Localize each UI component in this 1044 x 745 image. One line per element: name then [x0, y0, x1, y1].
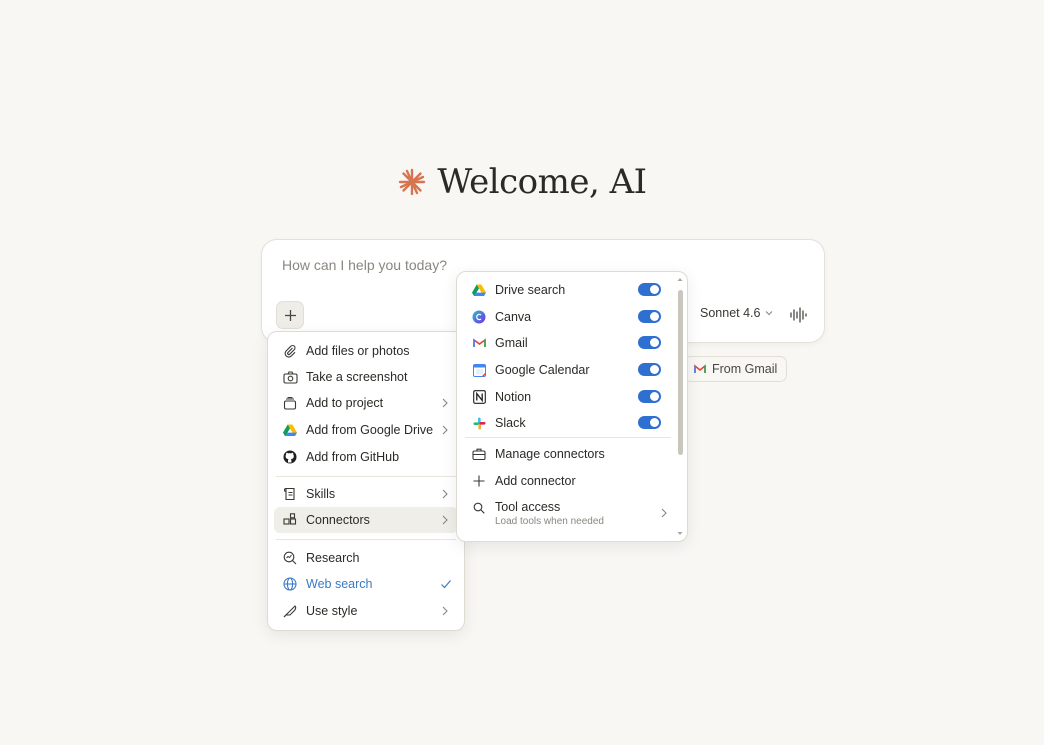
- menu-item-label: Web search: [306, 577, 373, 591]
- menu-item-label: Add from Google Drive: [306, 423, 434, 437]
- tool-access-item[interactable]: Tool access Load tools when needed: [463, 495, 667, 529]
- menu-item-label: Use style: [306, 604, 358, 618]
- menu-item-label: Research: [306, 551, 360, 565]
- menu-item-add-from-github[interactable]: Add from GitHub: [274, 444, 458, 470]
- menu-divider: [276, 476, 456, 477]
- connector-toggle[interactable]: [638, 310, 661, 323]
- checkmark-icon: [440, 578, 452, 590]
- scrollbar-thumb[interactable]: [678, 290, 683, 455]
- connector-label: Google Calendar: [495, 363, 590, 377]
- gmail-icon: [694, 364, 706, 374]
- menu-item-take-screenshot[interactable]: Take a screenshot: [274, 364, 458, 390]
- sparkle-icon: [397, 167, 427, 197]
- connector-item-google-calendar[interactable]: Google Calendar: [463, 357, 661, 383]
- menu-item-label: Take a screenshot: [306, 370, 408, 384]
- connector-label: Drive search: [495, 283, 566, 297]
- from-gmail-chip[interactable]: From Gmail: [684, 356, 788, 382]
- camera-icon: [282, 369, 298, 385]
- connector-toggle[interactable]: [638, 390, 661, 403]
- research-icon: [282, 550, 298, 566]
- chevron-right-icon: [440, 488, 450, 500]
- github-icon: [282, 449, 298, 465]
- chevron-right-icon: [659, 507, 669, 519]
- connector-item-gmail[interactable]: Gmail: [463, 330, 661, 356]
- chevron-right-icon: [440, 397, 450, 409]
- chevron-down-icon: [765, 310, 773, 316]
- globe-icon: [282, 576, 298, 592]
- menu-item-add-files[interactable]: Add files or photos: [274, 338, 458, 364]
- connector-label: Slack: [495, 416, 526, 430]
- menu-item-research[interactable]: Research: [274, 545, 458, 571]
- search-icon: [471, 500, 487, 516]
- gmail-icon: [471, 335, 487, 351]
- menu-item-label: Skills: [306, 487, 336, 501]
- connectors-submenu: Drive search Canva Gmail Google Calendar…: [456, 271, 688, 542]
- model-name: Sonnet 4.6: [700, 306, 761, 320]
- connector-item-slack[interactable]: Slack: [463, 410, 661, 436]
- menu-divider: [276, 539, 456, 540]
- menu-item-connectors[interactable]: Connectors: [274, 507, 458, 533]
- menu-item-skills[interactable]: Skills: [274, 481, 458, 507]
- connector-toggle[interactable]: [638, 416, 661, 429]
- connector-toggle[interactable]: [638, 336, 661, 349]
- google-calendar-icon: [471, 362, 487, 378]
- menu-item-label: Add files or photos: [306, 344, 410, 358]
- menu-item-use-style[interactable]: Use style: [274, 598, 458, 624]
- connector-label: Notion: [495, 390, 532, 404]
- canva-icon: [471, 309, 487, 325]
- plus-icon: [284, 309, 297, 322]
- connector-toggle[interactable]: [638, 363, 661, 376]
- menu-item-add-from-google-drive[interactable]: Add from Google Drive: [274, 417, 458, 443]
- add-connector-label: Add connector: [495, 474, 576, 488]
- chevron-right-icon: [440, 424, 450, 436]
- model-selector[interactable]: Sonnet 4.6: [700, 306, 773, 320]
- connector-label: Canva: [495, 310, 532, 324]
- voice-waveform-icon[interactable]: [789, 307, 807, 323]
- google-drive-icon: [282, 422, 298, 438]
- connectors-icon: [282, 512, 298, 528]
- pen-nib-icon: [282, 603, 298, 619]
- skills-icon: [282, 486, 298, 502]
- slack-icon: [471, 415, 487, 431]
- tool-access-sublabel: Load tools when needed: [495, 516, 604, 527]
- chevron-right-icon: [440, 514, 450, 526]
- connector-item-drive-search[interactable]: Drive search: [463, 277, 661, 303]
- manage-connectors-label: Manage connectors: [495, 447, 605, 461]
- google-drive-icon: [471, 282, 487, 298]
- add-connector-button[interactable]: Add connector: [463, 468, 661, 494]
- connector-label: Gmail: [495, 336, 528, 350]
- connector-item-canva[interactable]: Canva: [463, 304, 661, 330]
- welcome-title: Welcome, AI: [437, 162, 647, 202]
- from-gmail-label: From Gmail: [712, 362, 778, 376]
- manage-connectors-button[interactable]: Manage connectors: [463, 441, 661, 467]
- notion-icon: [471, 389, 487, 405]
- menu-item-label: Add from GitHub: [306, 450, 400, 464]
- add-content-button[interactable]: [276, 301, 304, 329]
- connector-toggle[interactable]: [638, 283, 661, 296]
- toolbox-icon: [471, 446, 487, 462]
- menu-divider: [465, 437, 671, 438]
- chevron-right-icon: [440, 605, 450, 617]
- menu-item-web-search[interactable]: Web search: [274, 571, 458, 597]
- welcome-header: Welcome, AI: [0, 162, 1044, 202]
- paperclip-icon: [282, 343, 298, 359]
- project-box-icon: [282, 395, 298, 411]
- menu-item-label: Connectors: [306, 513, 370, 527]
- connector-item-notion[interactable]: Notion: [463, 384, 661, 410]
- add-menu: Add files or photos Take a screenshot Ad…: [267, 331, 465, 631]
- tool-access-label: Tool access: [495, 500, 561, 514]
- menu-item-add-to-project[interactable]: Add to project: [274, 390, 458, 416]
- plus-icon: [471, 473, 487, 489]
- menu-item-label: Add to project: [306, 396, 384, 410]
